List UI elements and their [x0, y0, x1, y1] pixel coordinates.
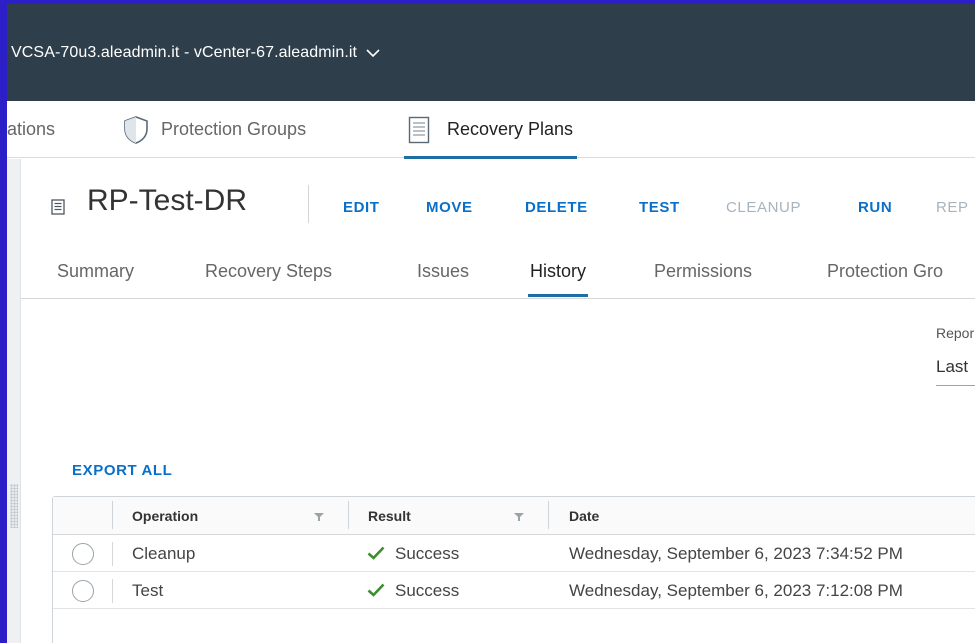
cell-result: Success: [395, 581, 460, 600]
cell-date: Wednesday, September 6, 2023 7:34:52 PM: [569, 544, 903, 563]
column-header-date[interactable]: Date: [569, 508, 599, 524]
divider: [308, 185, 309, 223]
tab-summary[interactable]: Summary: [57, 261, 134, 282]
export-all-button[interactable]: EXPORT ALL: [72, 462, 172, 479]
history-table: Operation Result Date Cleanup Success We…: [52, 496, 975, 643]
filter-icon[interactable]: [313, 512, 325, 522]
column-header-result[interactable]: Result: [368, 508, 411, 524]
column-separator: [548, 501, 549, 529]
success-check-icon: [367, 546, 385, 560]
tab-permissions[interactable]: Permissions: [654, 261, 752, 282]
tab-history[interactable]: History: [527, 261, 589, 297]
table-header: Operation Result Date: [53, 497, 975, 535]
row-select-radio[interactable]: [72, 580, 94, 602]
success-check-icon: [367, 583, 385, 597]
object-header: RP-Test-DR EDIT MOVE DELETE TEST CLEANUP…: [21, 159, 975, 239]
left-panel-strip: [7, 159, 21, 643]
tab-label: Protection Groups: [161, 119, 307, 139]
cleanup-button[interactable]: CLEANUP: [726, 199, 801, 216]
column-header-operation[interactable]: Operation: [132, 508, 198, 524]
shield-icon: [124, 115, 148, 144]
tab-replications[interactable]: ations: [7, 101, 55, 158]
row-select-radio[interactable]: [72, 543, 94, 565]
table-row[interactable]: Test Success Wednesday, September 6, 202…: [53, 572, 975, 609]
cell-date: Wednesday, September 6, 2023 7:12:08 PM: [569, 581, 903, 600]
edit-button[interactable]: EDIT: [343, 199, 380, 216]
report-period-select[interactable]: Last: [936, 357, 968, 377]
table-row[interactable]: Cleanup Success Wednesday, September 6, …: [53, 535, 975, 572]
run-button[interactable]: RUN: [858, 199, 892, 216]
cell-operation: Cleanup: [132, 544, 196, 563]
tab-label: ations: [7, 119, 56, 139]
tab-protection-groups[interactable]: Protection Groups: [123, 101, 306, 158]
cell-operation: Test: [132, 581, 164, 600]
column-separator: [112, 542, 113, 566]
column-separator: [112, 501, 113, 529]
document-list-icon: [408, 116, 430, 143]
chevron-down-icon[interactable]: [366, 48, 380, 58]
tab-recovery-steps[interactable]: Recovery Steps: [205, 261, 332, 282]
page-title: RP-Test-DR: [87, 184, 248, 217]
recovery-plan-icon: [51, 199, 65, 215]
sub-tabs: Summary Recovery Steps Issues History Pe…: [21, 239, 975, 299]
tab-label: Recovery Plans: [447, 119, 574, 139]
filter-icon[interactable]: [513, 512, 525, 522]
delete-button[interactable]: DELETE: [525, 199, 588, 216]
tab-protection-groups[interactable]: Protection Gro: [827, 261, 943, 282]
resize-grip-icon[interactable]: [10, 484, 18, 528]
reprotect-button[interactable]: REP: [936, 199, 969, 216]
tab-issues[interactable]: Issues: [417, 261, 469, 282]
app-window: VCSA-70u3.aleadmin.it - vCenter-67.alead…: [0, 0, 975, 643]
main-tabs: ations Protection Groups Recovery Plans: [7, 101, 975, 159]
cell-result: Success: [395, 544, 460, 563]
content-area: RP-Test-DR EDIT MOVE DELETE TEST CLEANUP…: [21, 159, 975, 643]
select-underline: [936, 385, 975, 386]
report-period-label: Repor: [936, 325, 975, 341]
move-button[interactable]: MOVE: [426, 199, 473, 216]
tab-recovery-plans[interactable]: Recovery Plans: [404, 101, 578, 159]
column-separator: [348, 501, 349, 529]
vcenter-selector-label[interactable]: VCSA-70u3.aleadmin.it - vCenter-67.alead…: [11, 44, 357, 62]
test-button[interactable]: TEST: [639, 199, 680, 216]
column-separator: [112, 579, 113, 603]
header-bar: VCSA-70u3.aleadmin.it - vCenter-67.alead…: [7, 4, 975, 101]
